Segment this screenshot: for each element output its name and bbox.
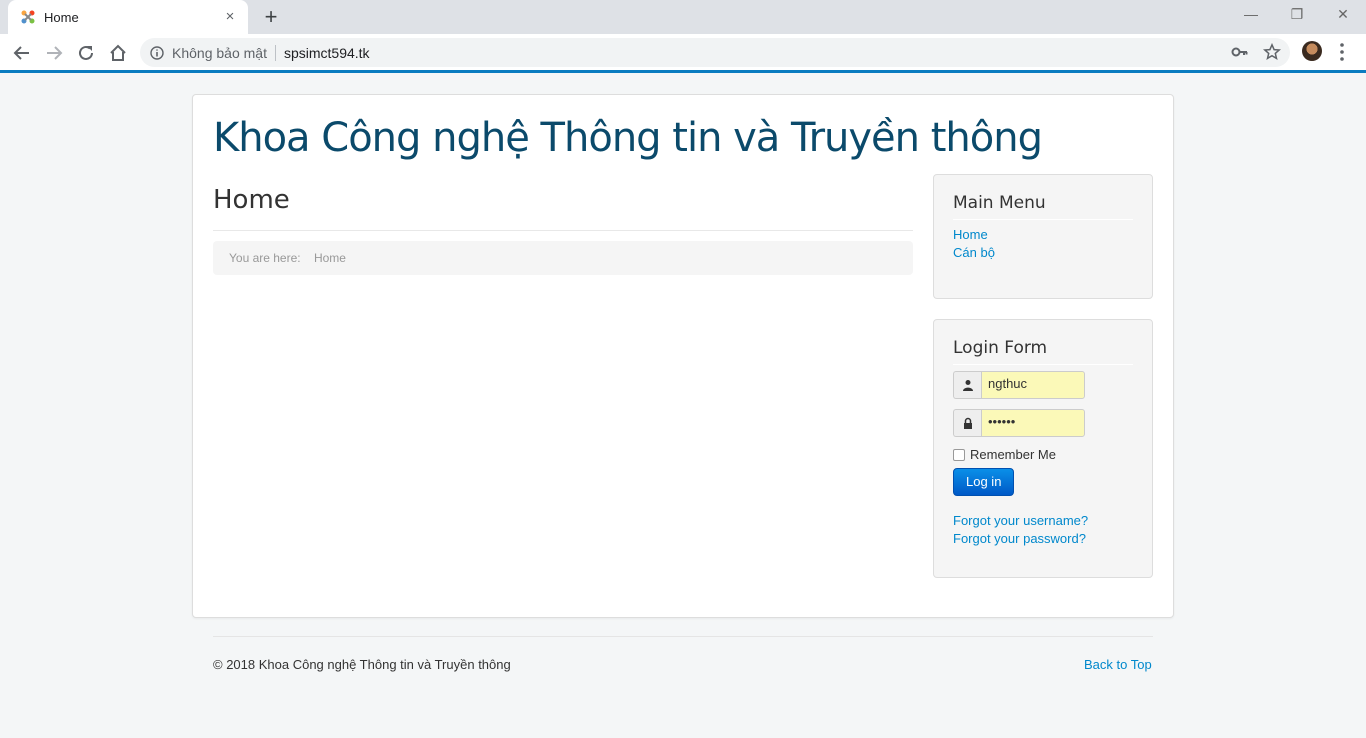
menu-item-can-bo[interactable]: Cán bộ [953,244,1133,262]
site-title[interactable]: Khoa Công nghệ Thông tin và Truyền thông [213,115,1043,161]
login-form-title: Login Form [953,338,1133,365]
security-label: Không bảo mật [172,44,267,61]
info-icon [150,45,164,60]
restore-button[interactable]: ❐ [1274,0,1320,30]
page-title: Home [213,185,290,215]
login-form-module: Login Form ngthuc •••••• Remember Me Log… [933,319,1153,578]
username-field[interactable]: ngthuc [981,371,1085,399]
back-arrow-icon [13,46,29,60]
password-row: •••••• [953,409,1085,437]
tab-title: Home [44,9,79,25]
omnibox-separator [274,44,276,61]
breadcrumb-item-home: Home [313,251,346,265]
page-load-accent-bar [0,70,1366,73]
footer-divider [213,636,1153,637]
new-tab-button[interactable]: + [260,6,282,28]
browser-tab[interactable]: Home × [8,0,248,34]
address-bar[interactable]: Không bảo mật spsimct594.tk [140,38,1290,67]
back-button[interactable] [9,40,35,66]
breadcrumb-label: You are here: [229,251,301,265]
forward-arrow-icon [47,46,63,60]
forgot-links: Forgot your username? Forgot your passwo… [953,512,1133,548]
url-text[interactable]: spsimct594.tk [284,45,370,61]
username-row: ngthuc [953,371,1085,399]
reload-button[interactable] [73,40,99,66]
close-window-button[interactable]: ✕ [1320,0,1366,30]
profile-avatar[interactable] [1302,41,1322,61]
main-menu-title: Main Menu [953,193,1133,220]
home-icon [110,44,126,61]
forgot-password-link[interactable]: Forgot your password? [953,530,1133,548]
menu-item-home[interactable]: Home [953,226,1133,244]
browser-tab-strip: Home × + — ❐ ✕ [0,0,1366,34]
browser-menu-icon[interactable] [1336,42,1348,62]
browser-toolbar: Không bảo mật spsimct594.tk [0,34,1366,71]
tab-close-icon[interactable]: × [222,9,238,25]
main-menu-module: Main Menu Home Cán bộ [933,174,1153,299]
heading-divider [213,230,913,231]
user-icon [953,371,981,399]
login-button[interactable]: Log in [953,468,1015,496]
forgot-username-link[interactable]: Forgot your username? [953,512,1133,530]
key-icon [1231,47,1248,57]
joomla-favicon-icon [21,10,35,24]
minimize-button[interactable]: — [1228,0,1274,30]
home-button[interactable] [105,40,131,66]
remember-me-row: Remember Me [953,447,1133,462]
password-field[interactable]: •••••• [981,409,1085,437]
forward-button[interactable] [41,40,67,66]
reload-icon [79,45,93,60]
back-to-top-link[interactable]: Back to Top [1084,657,1152,672]
footer-copyright: © 2018 Khoa Công nghệ Thông tin và Truyề… [213,657,511,672]
remember-me-checkbox[interactable] [953,448,965,461]
lock-icon [953,409,981,437]
breadcrumb: You are here: Home [213,241,913,275]
bookmark-button[interactable] [1260,40,1284,64]
content-container: Khoa Công nghệ Thông tin và Truyền thông… [192,94,1174,618]
password-key-button[interactable] [1228,40,1252,64]
remember-me-label[interactable]: Remember Me [970,447,1056,462]
star-icon [1263,43,1281,60]
